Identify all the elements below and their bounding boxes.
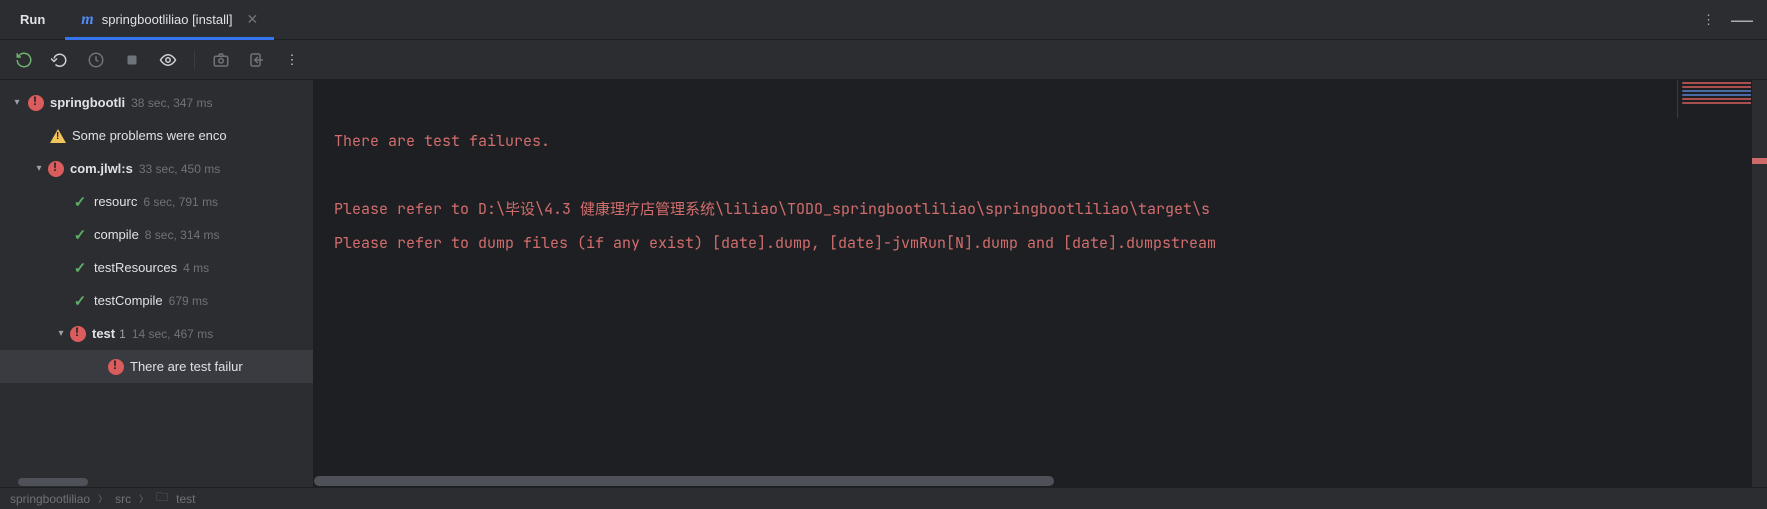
error-icon [70, 326, 86, 342]
tree-step-timing: 4 ms [183, 261, 209, 275]
tree-step-timing: 679 ms [169, 294, 208, 308]
tree-step-resources[interactable]: ✓ resourc 6 sec, 791 ms [0, 185, 313, 218]
check-icon: ✓ [74, 259, 87, 277]
tree-warning-label: Some problems were enco [72, 128, 227, 143]
tree-step-label: testResources [94, 260, 177, 275]
tree-step-testresources[interactable]: ✓ testResources 4 ms [0, 251, 313, 284]
tree-step-test[interactable]: ▾ test 1 14 sec, 467 ms [0, 317, 313, 350]
tab-build-label: springbootliliao [install] [102, 12, 233, 27]
breadcrumb[interactable]: springbootliliao 〉 src 〉 🗀 test [10, 488, 195, 509]
tree-test-label: test [92, 326, 115, 341]
run-tabs-bar: Run m springbootliliao [install] ✕ ⋮ — [0, 0, 1767, 40]
check-icon: ✓ [74, 292, 87, 310]
tree-step-timing: 8 sec, 314 ms [145, 228, 220, 242]
tree-root-label: springbootli [50, 95, 125, 110]
tree-test-timing: 14 sec, 467 ms [132, 327, 213, 341]
tree-step-label: testCompile [94, 293, 163, 308]
breadcrumb-item[interactable]: test [176, 492, 195, 506]
tree-module-timing: 33 sec, 450 ms [139, 162, 220, 176]
build-tree-panel: ▾ springbootli 38 sec, 347 ms Some probl… [0, 80, 314, 487]
rerun-icon[interactable] [14, 50, 34, 70]
close-icon[interactable]: ✕ [247, 11, 259, 28]
run-toolbar: ⋮ [0, 40, 1767, 80]
check-icon: ✓ [74, 226, 87, 244]
scrollbar-thumb[interactable] [314, 476, 1054, 486]
breadcrumb-item[interactable]: src [115, 492, 131, 506]
tree-module-label: com.jlwl:s [70, 161, 133, 176]
console-scrollbar[interactable] [314, 475, 1757, 487]
tree-step-label: resourc [94, 194, 137, 209]
tree-step-testcompile[interactable]: ✓ testCompile 679 ms [0, 284, 313, 317]
rerun-failed-icon[interactable] [50, 50, 70, 70]
tree-step-compile[interactable]: ✓ compile 8 sec, 314 ms [0, 218, 313, 251]
screenshot-icon[interactable] [211, 50, 231, 70]
tree-failure-label: There are test failur [130, 359, 243, 374]
chevron-down-icon[interactable]: ▾ [10, 97, 24, 108]
error-stripe-gutter[interactable] [1751, 80, 1767, 487]
tab-run[interactable]: Run [0, 0, 65, 40]
tree-root-timing: 38 sec, 347 ms [131, 96, 212, 110]
status-bar: springbootliliao 〉 src 〉 🗀 test [0, 487, 1767, 509]
chevron-right-icon: 〉 [98, 492, 107, 505]
chevron-right-icon: 〉 [139, 492, 148, 505]
chevron-down-icon[interactable]: ▾ [32, 163, 46, 174]
minimize-icon[interactable]: — [1731, 7, 1753, 33]
breadcrumb-item[interactable]: springbootliliao [10, 492, 90, 506]
console-output: There are test failures. Please refer to… [314, 80, 1767, 487]
tree-scrollbar[interactable] [0, 477, 313, 487]
console-line: Please refer to D:\毕设\4.3 健康理疗店管理系统\lili… [334, 199, 1210, 219]
tree-warning[interactable]: Some problems were enco [0, 119, 313, 152]
error-icon [108, 359, 124, 375]
tree-failure-row[interactable]: There are test failur [0, 350, 313, 383]
scrollbar-thumb[interactable] [18, 478, 88, 486]
tree-step-timing: 6 sec, 791 ms [143, 195, 218, 209]
stop-icon[interactable] [122, 50, 142, 70]
tree-module[interactable]: ▾ com.jlwl:s 33 sec, 450 ms [0, 152, 313, 185]
warning-icon [50, 129, 66, 143]
error-icon [28, 95, 44, 111]
chevron-down-icon[interactable]: ▾ [54, 328, 68, 339]
show-icon[interactable] [158, 50, 178, 70]
more-toolbar-icon[interactable]: ⋮ [283, 50, 303, 70]
tab-run-label: Run [20, 12, 45, 27]
maven-icon: m [81, 11, 93, 29]
more-icon[interactable]: ⋮ [1702, 12, 1717, 28]
exit-icon[interactable] [247, 50, 267, 70]
error-stripe[interactable] [1752, 158, 1767, 164]
error-icon [48, 161, 64, 177]
tree-step-label: compile [94, 227, 139, 242]
console-line: Please refer to dump files (if any exist… [334, 233, 1216, 253]
console-line: There are test failures. [334, 131, 550, 151]
toggle-auto-icon[interactable] [86, 50, 106, 70]
folder-icon: 🗀 [156, 488, 168, 509]
tree-test-count: 1 [119, 327, 126, 341]
tree-root[interactable]: ▾ springbootli 38 sec, 347 ms [0, 86, 313, 119]
tab-build-config[interactable]: m springbootliliao [install] ✕ [65, 0, 274, 40]
toolbar-separator [194, 50, 195, 70]
check-icon: ✓ [74, 193, 87, 211]
